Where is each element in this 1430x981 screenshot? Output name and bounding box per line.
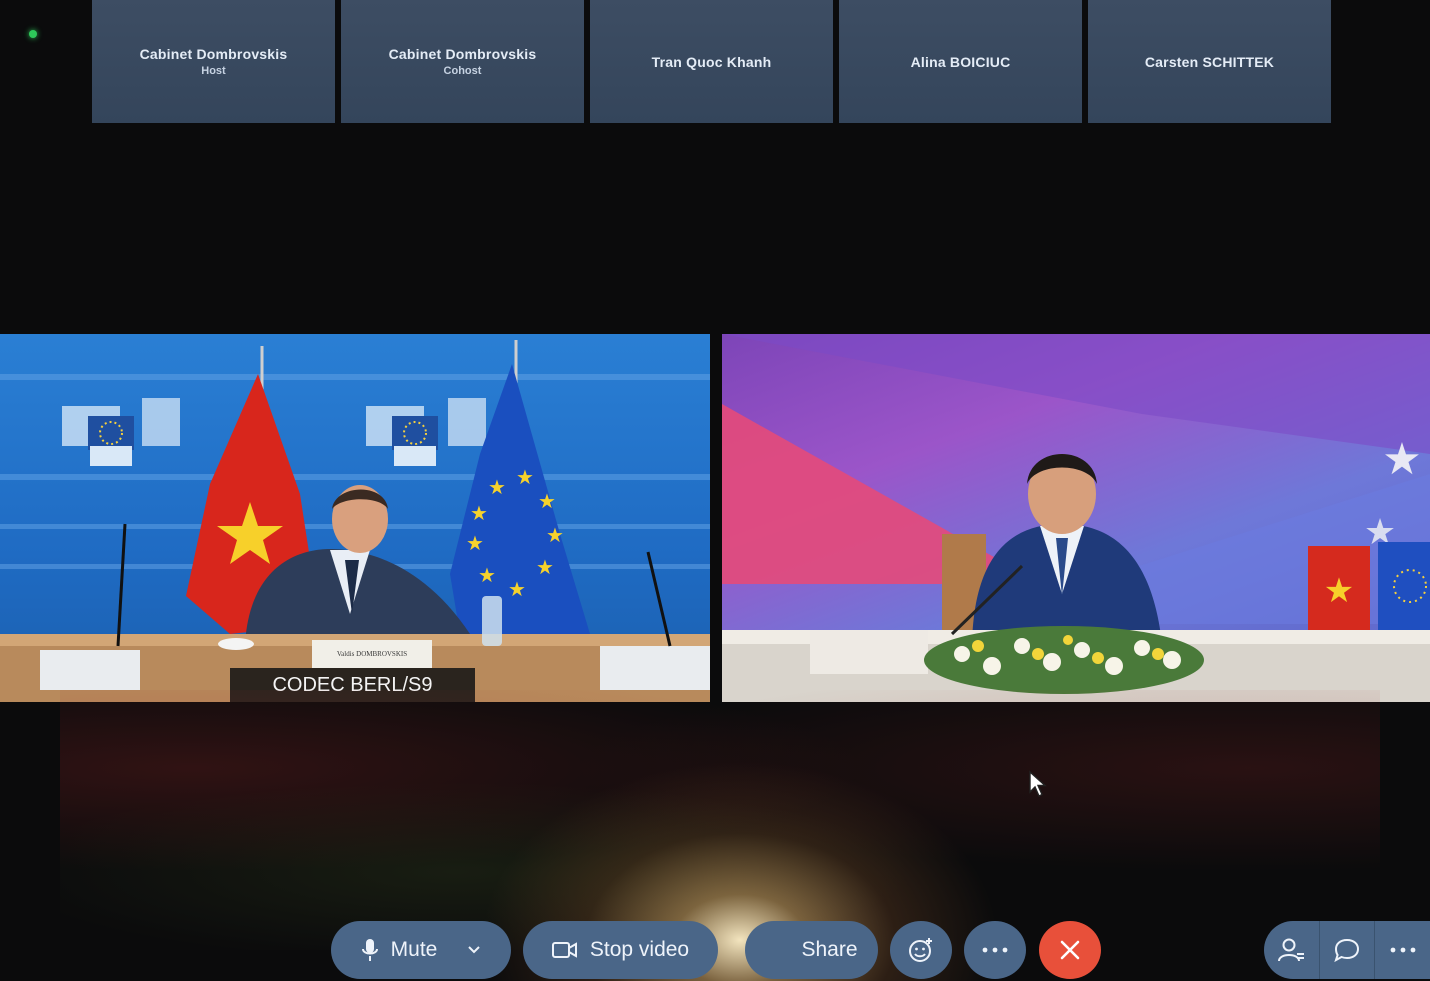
share-label: Share — [801, 938, 858, 961]
end-meeting-button[interactable] — [1039, 921, 1101, 979]
svg-text:★: ★ — [538, 491, 556, 513]
mouse-cursor-icon — [1029, 770, 1047, 797]
participant-name: Tran Quoc Khanh — [651, 53, 772, 70]
nameplate-text: Valdis DOMBROVSKIS — [337, 650, 407, 658]
participant-tile[interactable]: Cabinet Dombrovskis Host — [92, 0, 335, 123]
svg-text:★: ★ — [488, 477, 506, 499]
participants-button[interactable] — [1264, 921, 1320, 979]
video-camera-icon — [551, 942, 577, 958]
svg-text:★: ★ — [546, 525, 564, 547]
video-scene-left: ★ ★ ★ ★ ★ ★ ★ ★ ★ Valdis DOMBROVSKIS — [0, 340, 710, 702]
chat-button[interactable] — [1320, 921, 1376, 979]
chat-icon — [1334, 938, 1360, 963]
ellipsis-icon — [982, 947, 1008, 953]
meeting-toolbar: Mute Stop video Share — [0, 921, 1430, 979]
svg-text:★: ★ — [1324, 572, 1354, 610]
screen-glare — [60, 690, 1380, 950]
microphone-icon — [361, 939, 378, 961]
mute-button[interactable]: Mute — [331, 921, 511, 979]
svg-text:★: ★ — [1382, 435, 1421, 484]
more-options-button[interactable] — [964, 921, 1026, 979]
participant-tile[interactable]: Tran Quoc Khanh — [590, 0, 833, 123]
video-feed-right[interactable]: ★ ★ ★ — [722, 334, 1430, 702]
svg-text:★: ★ — [516, 467, 534, 489]
stop-video-label: Stop video — [589, 938, 690, 961]
flower-arrangement-icon — [924, 626, 1204, 694]
participant-role: Host — [201, 65, 226, 77]
video-feed-left[interactable]: ★ ★ ★ ★ ★ ★ ★ ★ ★ Valdis DOMBROVSKIS COD… — [0, 334, 710, 702]
mute-label: Mute — [390, 938, 438, 961]
stop-video-button[interactable]: Stop video — [523, 921, 718, 979]
svg-text:★: ★ — [466, 533, 484, 555]
ec-logo-icon — [62, 398, 180, 466]
participants-icon — [1278, 938, 1305, 962]
participant-tile[interactable]: Alina BOICIUC — [839, 0, 1082, 123]
participant-strip: Cabinet Dombrovskis Host Cabinet Dombrov… — [92, 0, 1331, 123]
chevron-down-icon[interactable] — [467, 945, 481, 955]
side-panel-controls — [1264, 921, 1430, 979]
participant-name: Cabinet Dombrovskis — [388, 46, 537, 62]
eu-flag-icon — [1378, 542, 1430, 634]
participant-name: Cabinet Dombrovskis — [139, 46, 288, 62]
svg-text:★: ★ — [536, 557, 554, 579]
video-scene-right: ★ ★ ★ — [722, 334, 1430, 702]
svg-text:★: ★ — [478, 565, 496, 587]
svg-text:★: ★ — [508, 579, 526, 601]
participant-name: Alina BOICIUC — [910, 53, 1011, 70]
reactions-button[interactable] — [890, 921, 952, 979]
participant-name: Carsten SCHITTEK — [1144, 53, 1275, 70]
connection-status-dot — [29, 30, 37, 38]
close-icon — [1060, 940, 1080, 960]
svg-text:★: ★ — [470, 503, 488, 525]
feed-label: CODEC BERL/S9 — [230, 668, 475, 702]
share-button[interactable]: Share — [745, 921, 878, 979]
ec-logo-icon — [366, 398, 486, 466]
participant-tile[interactable]: Carsten SCHITTEK — [1088, 0, 1331, 123]
participant-tile[interactable]: Cabinet Dombrovskis Cohost — [341, 0, 584, 123]
more-panel-button[interactable] — [1375, 921, 1430, 979]
ellipsis-icon — [1390, 947, 1416, 953]
participant-role: Cohost — [443, 65, 482, 77]
smiley-icon — [909, 938, 932, 962]
